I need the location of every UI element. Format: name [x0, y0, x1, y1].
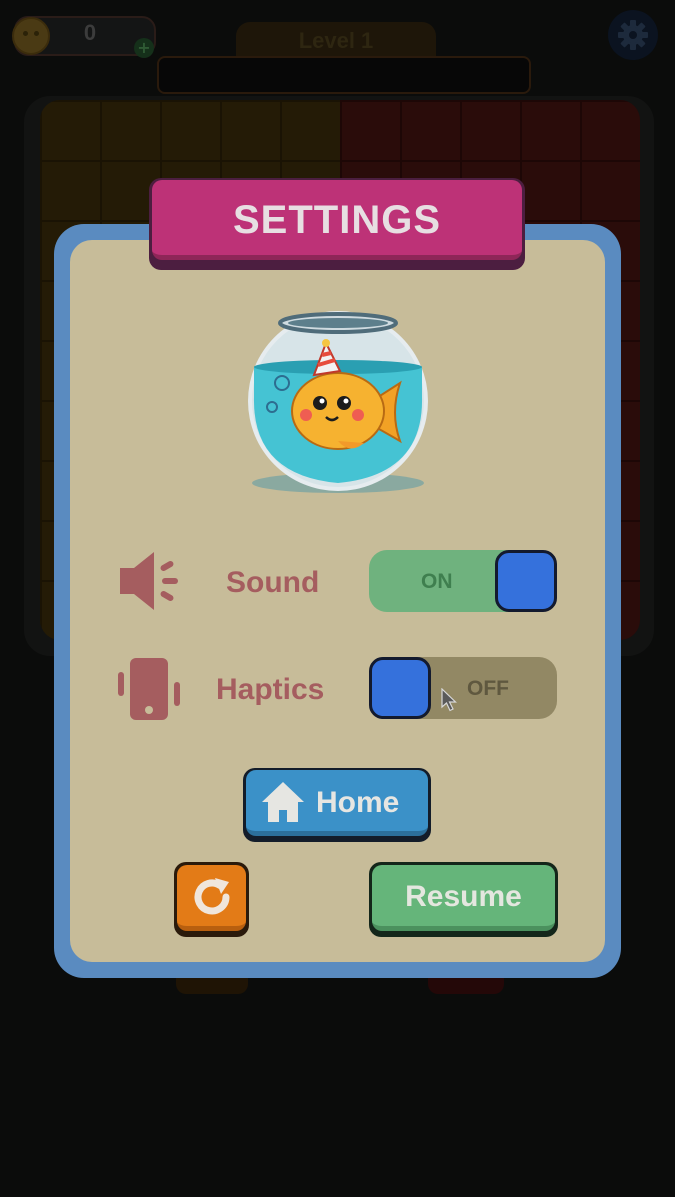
- speaker-icon: [120, 552, 178, 610]
- smiley-coin-icon: [12, 17, 50, 55]
- haptics-toggle-state: OFF: [467, 677, 509, 700]
- sound-toggle-knob[interactable]: [495, 550, 557, 612]
- resume-button-label: Resume: [405, 880, 522, 913]
- settings-button[interactable]: [608, 10, 658, 60]
- level-label: Level 1: [298, 28, 374, 53]
- sound-label: Sound: [226, 566, 320, 599]
- home-button-label: Home: [316, 786, 400, 819]
- sound-toggle-state: ON: [421, 570, 453, 593]
- house-icon: [262, 782, 304, 822]
- add-coins-button[interactable]: +: [134, 38, 154, 58]
- restart-icon: [194, 878, 230, 915]
- level-progress-bar: [157, 56, 531, 94]
- coin-count: 0: [83, 20, 97, 45]
- mouse-cursor-icon: [441, 688, 457, 712]
- haptics-label: Haptics: [216, 673, 325, 706]
- haptics-toggle-knob[interactable]: [369, 657, 431, 719]
- modal-title: SETTINGS: [232, 198, 442, 242]
- gear-icon: [618, 20, 648, 50]
- haptics-toggle[interactable]: OFF: [369, 657, 557, 719]
- fishbowl-goldfish-illustration: [248, 311, 428, 493]
- sound-toggle[interactable]: ON: [369, 550, 557, 612]
- phone-vibrate-icon: [118, 658, 180, 720]
